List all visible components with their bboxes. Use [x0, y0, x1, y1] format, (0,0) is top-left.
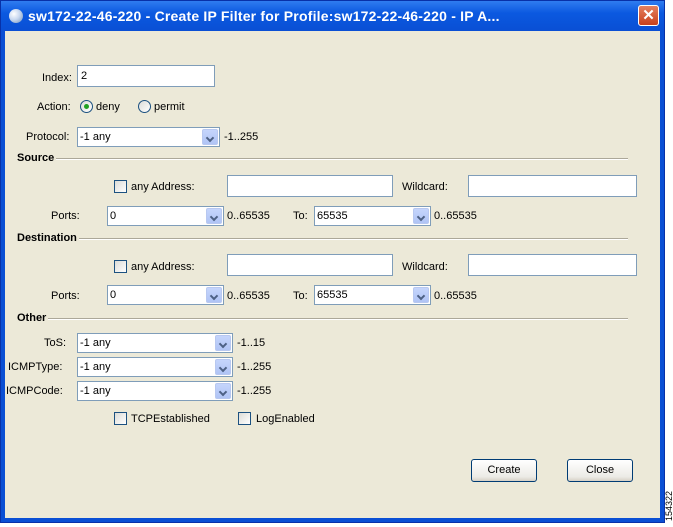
title-bar[interactable]: sw172-22-46-220 - Create IP Filter for P… [1, 1, 664, 31]
source-port-from-select[interactable]: 0 [107, 206, 224, 226]
source-any-address-label[interactable]: any Address: [131, 180, 195, 194]
tcp-established-label[interactable]: TCPEstablished [131, 412, 210, 426]
source-port-from-value: 0 [110, 210, 117, 222]
permit-radio-label[interactable]: permit [154, 100, 185, 114]
source-port-to-range: 0..65535 [434, 210, 477, 222]
chevron-down-icon[interactable] [215, 359, 231, 375]
source-port-to-select[interactable]: 65535 [314, 206, 431, 226]
protocol-select[interactable]: -1 any [77, 127, 220, 147]
chevron-down-icon[interactable] [206, 287, 222, 303]
source-heading: Source [15, 151, 57, 165]
icmp-code-select-value: -1 any [80, 385, 111, 397]
source-ports-label: Ports: [51, 210, 80, 222]
destination-wildcard-field[interactable] [468, 254, 637, 276]
destination-port-from-select[interactable]: 0 [107, 285, 224, 305]
destination-port-to-range: 0..65535 [434, 290, 477, 302]
app-icon [9, 9, 23, 23]
destination-wildcard-label: Wildcard: [402, 261, 448, 273]
destination-heading: Destination [15, 231, 79, 245]
destination-port-to-value: 65535 [317, 289, 348, 301]
deny-radio-label[interactable]: deny [96, 100, 120, 114]
close-button[interactable]: Close [567, 459, 633, 482]
icmp-type-select-value: -1 any [80, 361, 111, 373]
chevron-down-icon[interactable] [413, 287, 429, 303]
destination-address-field[interactable] [227, 254, 393, 276]
icmp-code-label: ICMPCode: [6, 385, 63, 397]
protocol-range: -1..255 [224, 131, 259, 143]
destination-any-address-checkbox[interactable] [114, 260, 127, 273]
tos-select[interactable]: -1 any [77, 333, 233, 353]
destination-port-from-value: 0 [110, 289, 117, 301]
create-button[interactable]: Create [471, 459, 537, 482]
source-port-to-value: 65535 [317, 210, 348, 222]
other-heading: Other [15, 311, 49, 325]
icmp-type-range: -1..255 [237, 361, 272, 373]
chevron-down-icon[interactable] [215, 335, 231, 351]
tos-label: ToS: [44, 337, 67, 349]
index-field[interactable]: 2 [77, 65, 215, 87]
permit-radio[interactable] [138, 100, 151, 113]
other-separator [15, 318, 628, 320]
source-separator [15, 158, 628, 160]
log-enabled-label[interactable]: LogEnabled [256, 412, 315, 426]
action-label: Action: [37, 101, 71, 113]
chevron-down-icon[interactable] [202, 129, 218, 145]
destination-port-from-range: 0..65535 [227, 290, 270, 302]
window-title: sw172-22-46-220 - Create IP Filter for P… [28, 8, 500, 24]
tos-range: -1..15 [237, 337, 266, 349]
index-label: Index: [42, 72, 72, 84]
dialog-window: sw172-22-46-220 - Create IP Filter for P… [0, 0, 665, 523]
chevron-down-icon[interactable] [206, 208, 222, 224]
destination-port-to-select[interactable]: 65535 [314, 285, 431, 305]
chevron-down-icon[interactable] [413, 208, 429, 224]
figure-id-watermark: 154322 [664, 490, 673, 521]
source-address-field[interactable] [227, 175, 393, 197]
log-enabled-checkbox[interactable] [238, 412, 251, 425]
icmp-code-range: -1..255 [237, 385, 272, 397]
destination-to-label: To: [293, 290, 308, 302]
source-wildcard-label: Wildcard: [402, 181, 448, 193]
icmp-code-select[interactable]: -1 any [77, 381, 233, 401]
icmp-type-label: ICMPType: [8, 361, 63, 373]
source-any-address-checkbox[interactable] [114, 180, 127, 193]
source-to-label: To: [293, 210, 308, 222]
close-window-button[interactable]: ✕ [638, 5, 659, 26]
icmp-type-select[interactable]: -1 any [77, 357, 233, 377]
destination-separator [15, 238, 628, 240]
destination-ports-label: Ports: [51, 290, 80, 302]
protocol-label: Protocol: [26, 131, 70, 143]
chevron-down-icon[interactable] [215, 383, 231, 399]
tcp-established-checkbox[interactable] [114, 412, 127, 425]
source-port-from-range: 0..65535 [227, 210, 270, 222]
tos-select-value: -1 any [80, 337, 111, 349]
dialog-body: Index: 2 Action: deny permit Protocol: -… [5, 31, 660, 518]
protocol-select-value: -1 any [80, 131, 111, 143]
source-wildcard-field[interactable] [468, 175, 637, 197]
deny-radio[interactable] [80, 100, 93, 113]
destination-any-address-label[interactable]: any Address: [131, 260, 195, 274]
